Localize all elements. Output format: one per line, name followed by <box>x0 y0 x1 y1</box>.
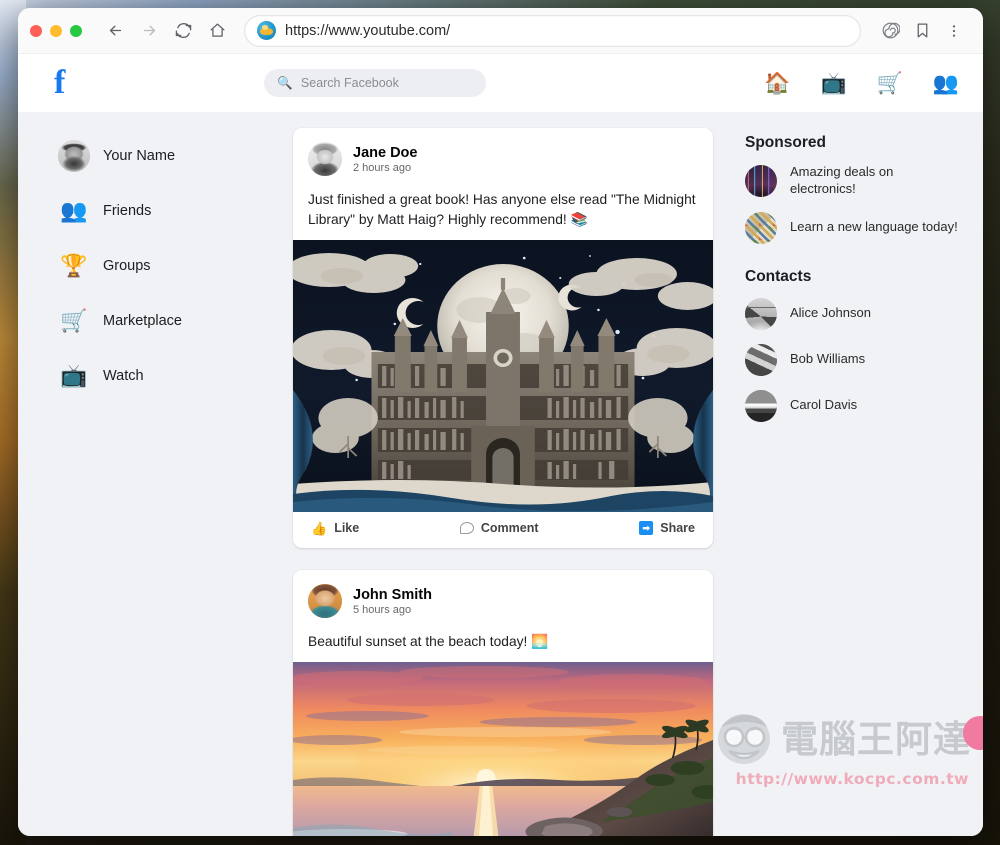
contact-item-carol-davis[interactable]: Carol Davis <box>745 389 959 422</box>
facebook-logo[interactable]: f <box>54 66 65 100</box>
sidebar-item-label: Watch <box>103 368 144 384</box>
post-text: Beautiful sunset at the beach today! 🌅 <box>308 634 549 649</box>
reload-icon[interactable] <box>168 16 198 46</box>
sponsored-item-electronics[interactable]: Amazing deals on electronics! <box>745 164 959 198</box>
post-image[interactable] <box>293 662 713 836</box>
avatar <box>745 297 777 330</box>
watch-tv-icon[interactable]: 📺 <box>821 73 847 94</box>
post-timestamp: 2 hours ago <box>353 161 412 174</box>
search-container: 🔍 Search Facebook <box>264 69 487 97</box>
sidebar-item-groups[interactable]: 🏆 Groups <box>54 246 293 286</box>
sponsored-text: Learn a new language today! <box>790 219 958 235</box>
sidebar-item-label: Your Name <box>103 148 176 164</box>
site-favicon <box>257 21 276 40</box>
sidebar-item-watch[interactable]: 📺 Watch <box>54 356 293 396</box>
forward-icon[interactable] <box>134 16 164 46</box>
post-header: Jane Doe 2 hours ago <box>293 128 713 182</box>
post-author[interactable]: John Smith <box>353 587 432 603</box>
contact-name: Bob Williams <box>790 351 866 367</box>
speech-balloon-icon <box>459 522 474 534</box>
close-window-button[interactable] <box>30 24 42 37</box>
cart-icon: 🛒 <box>60 308 88 333</box>
avatar <box>745 343 777 376</box>
sidebar-item-label: Marketplace <box>103 313 182 329</box>
search-icon: 🔍 <box>277 75 293 90</box>
contact-name: Carol Davis <box>790 397 858 413</box>
sponsored-thumbnail <box>745 211 777 244</box>
post-author[interactable]: Jane Doe <box>353 145 417 161</box>
friends-icon: 👥 <box>60 198 88 223</box>
browser-toolbar-actions <box>875 16 969 46</box>
sunset-photo <box>293 662 713 836</box>
right-sidebar: Sponsored Amazing deals on electronics! … <box>713 128 959 836</box>
sidebar-item-your-name[interactable]: Your Name <box>54 136 293 176</box>
facebook-nav-icons: 🏠 📺 🛒 👥 <box>764 73 959 94</box>
facebook-header: f 🔍 Search Facebook 🏠 📺 🛒 👥 <box>18 54 983 112</box>
avatar[interactable] <box>308 584 342 618</box>
contacts-title: Contacts <box>745 267 812 285</box>
sponsored-item-language[interactable]: Learn a new language today! <box>745 211 959 244</box>
bookmark-icon[interactable] <box>907 16 937 46</box>
browser-toolbar: https://www.youtube.com/ <box>18 8 983 54</box>
sponsored-text: Amazing deals on electronics! <box>790 164 894 196</box>
avatar[interactable] <box>308 142 342 176</box>
thumbs-up-icon: 👍 <box>311 520 328 536</box>
post-meta: Jane Doe 2 hours ago <box>353 145 417 174</box>
contact-item-bob-williams[interactable]: Bob Williams <box>745 343 959 376</box>
minimize-window-button[interactable] <box>50 24 62 37</box>
more-menu-icon[interactable] <box>939 16 969 46</box>
share-arrow-icon: ➡ <box>639 521 654 535</box>
sidebar-item-friends[interactable]: 👥 Friends <box>54 191 293 231</box>
search-placeholder: Search Facebook <box>300 76 399 90</box>
post-image[interactable] <box>293 240 713 512</box>
library-illustration <box>293 240 713 512</box>
left-sidebar: Your Name 👥 Friends 🏆 Groups 🛒 Marketpla… <box>54 128 293 836</box>
post-meta: John Smith 5 hours ago <box>353 587 432 616</box>
tv-icon: 📺 <box>60 363 88 388</box>
desktop-background: https://www.youtube.com/ f 🔍 Search Face… <box>0 0 1000 845</box>
like-label: Like <box>334 521 360 535</box>
facebook-page: f 🔍 Search Facebook 🏠 📺 🛒 👥 Your Name 👥 … <box>18 54 983 836</box>
post-card: John Smith 5 hours ago Beautiful sunset … <box>293 570 713 836</box>
contact-name: Alice Johnson <box>790 305 871 321</box>
comment-button[interactable]: Comment <box>459 521 539 535</box>
comment-label: Comment <box>480 521 539 535</box>
contact-item-alice-johnson[interactable]: Alice Johnson <box>745 297 959 330</box>
sidebar-item-label: Friends <box>103 203 152 219</box>
avatar <box>745 389 777 422</box>
home-icon[interactable]: 🏠 <box>764 73 790 94</box>
sidebar-item-marketplace[interactable]: 🛒 Marketplace <box>54 301 293 341</box>
post-header: John Smith 5 hours ago <box>293 570 713 624</box>
window-traffic-lights <box>30 24 82 37</box>
post-card: Jane Doe 2 hours ago Just finished a gre… <box>293 128 713 548</box>
marketplace-cart-icon[interactable]: 🛒 <box>877 73 903 94</box>
sponsored-title: Sponsored <box>745 134 826 151</box>
address-bar[interactable]: https://www.youtube.com/ <box>244 14 861 47</box>
back-icon[interactable] <box>100 16 130 46</box>
address-bar-url: https://www.youtube.com/ <box>285 22 451 39</box>
like-button[interactable]: 👍 Like <box>311 521 359 535</box>
sponsored-thumbnail <box>745 164 777 197</box>
news-feed: Jane Doe 2 hours ago Just finished a gre… <box>293 128 713 836</box>
share-label: Share <box>660 521 695 535</box>
post-text: Just finished a great book! Has anyone e… <box>308 192 696 227</box>
post-timestamp: 5 hours ago <box>353 603 412 616</box>
sidebar-item-label: Groups <box>103 258 151 274</box>
friends-icon[interactable]: 👥 <box>933 73 959 94</box>
trophy-icon: 🏆 <box>60 253 88 278</box>
post-actions: 👍 Like Comment ➡ Share <box>293 512 713 548</box>
search-input[interactable]: 🔍 Search Facebook <box>264 69 487 97</box>
share-button[interactable]: ➡ Share <box>639 521 695 535</box>
home-icon[interactable] <box>202 16 232 46</box>
spiral-icon[interactable] <box>875 16 905 46</box>
browser-window: https://www.youtube.com/ f 🔍 Search Face… <box>18 8 983 836</box>
maximize-window-button[interactable] <box>70 24 82 37</box>
facebook-body: Your Name 👥 Friends 🏆 Groups 🛒 Marketpla… <box>18 112 983 836</box>
avatar <box>58 140 90 172</box>
